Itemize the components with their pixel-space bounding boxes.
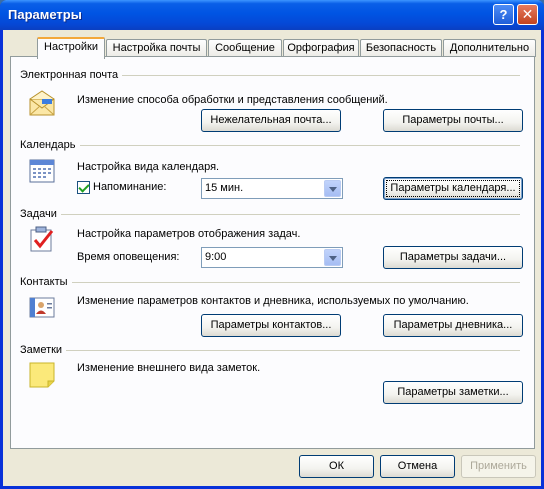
contact-options-button[interactable]: Параметры контактов... <box>201 314 341 337</box>
note-options-button[interactable]: Параметры заметки... <box>383 381 523 404</box>
window-title: Параметры <box>8 7 82 22</box>
close-button[interactable]: ✕ <box>517 4 538 25</box>
note-icon <box>28 361 56 389</box>
section-divider <box>23 282 520 283</box>
cancel-button[interactable]: Отмена <box>380 455 455 478</box>
title-bar[interactable]: Параметры ? ✕ <box>0 0 544 30</box>
reminder-checkbox[interactable] <box>77 181 90 194</box>
button-label: ОК <box>329 460 344 472</box>
close-icon: ✕ <box>521 6 534 22</box>
tab-label: Дополнительно <box>449 42 530 54</box>
email-options-button[interactable]: Параметры почты... <box>383 109 523 132</box>
tasks-section-title: Задачи <box>20 207 61 221</box>
task-options-button[interactable]: Параметры задачи... <box>383 246 523 269</box>
junk-email-button[interactable]: Нежелательная почта... <box>201 109 341 132</box>
button-label: Параметры задачи... <box>399 251 507 263</box>
tasks-description: Настройка параметров отображения задач. <box>77 228 301 240</box>
email-description: Изменение способа обработки и представле… <box>77 94 388 106</box>
button-label: Нежелательная почта... <box>210 114 332 126</box>
tab-label: Настройка почты <box>112 42 201 54</box>
tab-mail-setup[interactable]: Настройка почты <box>106 39 207 57</box>
button-label: Параметры почты... <box>402 114 504 126</box>
section-divider <box>23 350 520 351</box>
task-icon <box>28 225 56 253</box>
envelope-icon <box>28 90 56 118</box>
calendar-icon <box>28 157 56 185</box>
apply-button[interactable]: Применить <box>461 455 536 478</box>
tab-preferences[interactable]: Настройки <box>37 37 105 59</box>
tab-label: Сообщение <box>215 42 275 54</box>
button-label: Параметры календаря... <box>390 182 516 194</box>
reminder-time-value: 15 мин. <box>205 182 244 194</box>
tab-label: Безопасность <box>365 42 437 54</box>
button-label: Параметры дневника... <box>393 319 513 331</box>
tab-mail-format[interactable]: Сообщение <box>208 39 282 57</box>
button-label: Параметры контактов... <box>210 319 332 331</box>
chevron-down-icon[interactable] <box>324 180 341 197</box>
calendar-section-title: Календарь <box>20 138 80 152</box>
contacts-description: Изменение параметров контактов и дневник… <box>77 295 469 307</box>
help-button[interactable]: ? <box>493 4 514 25</box>
calendar-options-button[interactable]: Параметры календаря... <box>383 177 523 200</box>
journal-options-button[interactable]: Параметры дневника... <box>383 314 523 337</box>
tab-other[interactable]: Дополнительно <box>443 39 536 57</box>
task-reminder-time-dropdown[interactable]: 9:00 <box>201 247 343 268</box>
tab-security[interactable]: Безопасность <box>360 39 442 57</box>
reminder-time-dropdown[interactable]: 15 мин. <box>201 178 343 199</box>
tab-label: Орфография <box>287 42 355 54</box>
preferences-panel: Электронная почта Изменение способа обра… <box>10 56 535 449</box>
notes-section-title: Заметки <box>20 343 67 357</box>
section-divider <box>23 214 520 215</box>
chevron-down-icon[interactable] <box>324 249 341 266</box>
calendar-description: Настройка вида календаря. <box>77 161 220 173</box>
section-divider <box>23 145 520 146</box>
tab-label: Настройки <box>44 41 98 53</box>
contact-card-icon <box>28 293 56 321</box>
button-label: Параметры заметки... <box>397 386 509 398</box>
ok-button[interactable]: ОК <box>299 455 374 478</box>
options-dialog: Параметры ? ✕ Настройки Настройка почты … <box>0 0 544 489</box>
button-label: Отмена <box>397 460 438 472</box>
tab-spelling[interactable]: Орфография <box>283 39 359 57</box>
notes-description: Изменение внешнего вида заметок. <box>77 362 261 374</box>
reminder-label: Напоминание: <box>93 181 167 193</box>
button-label: Применить <box>470 460 527 472</box>
task-reminder-time-value: 9:00 <box>205 251 227 263</box>
contacts-section-title: Контакты <box>20 275 72 289</box>
reminder-time-label: Время оповещения: <box>77 251 180 263</box>
email-section-title: Электронная почта <box>20 68 123 82</box>
help-icon: ? <box>499 7 508 22</box>
